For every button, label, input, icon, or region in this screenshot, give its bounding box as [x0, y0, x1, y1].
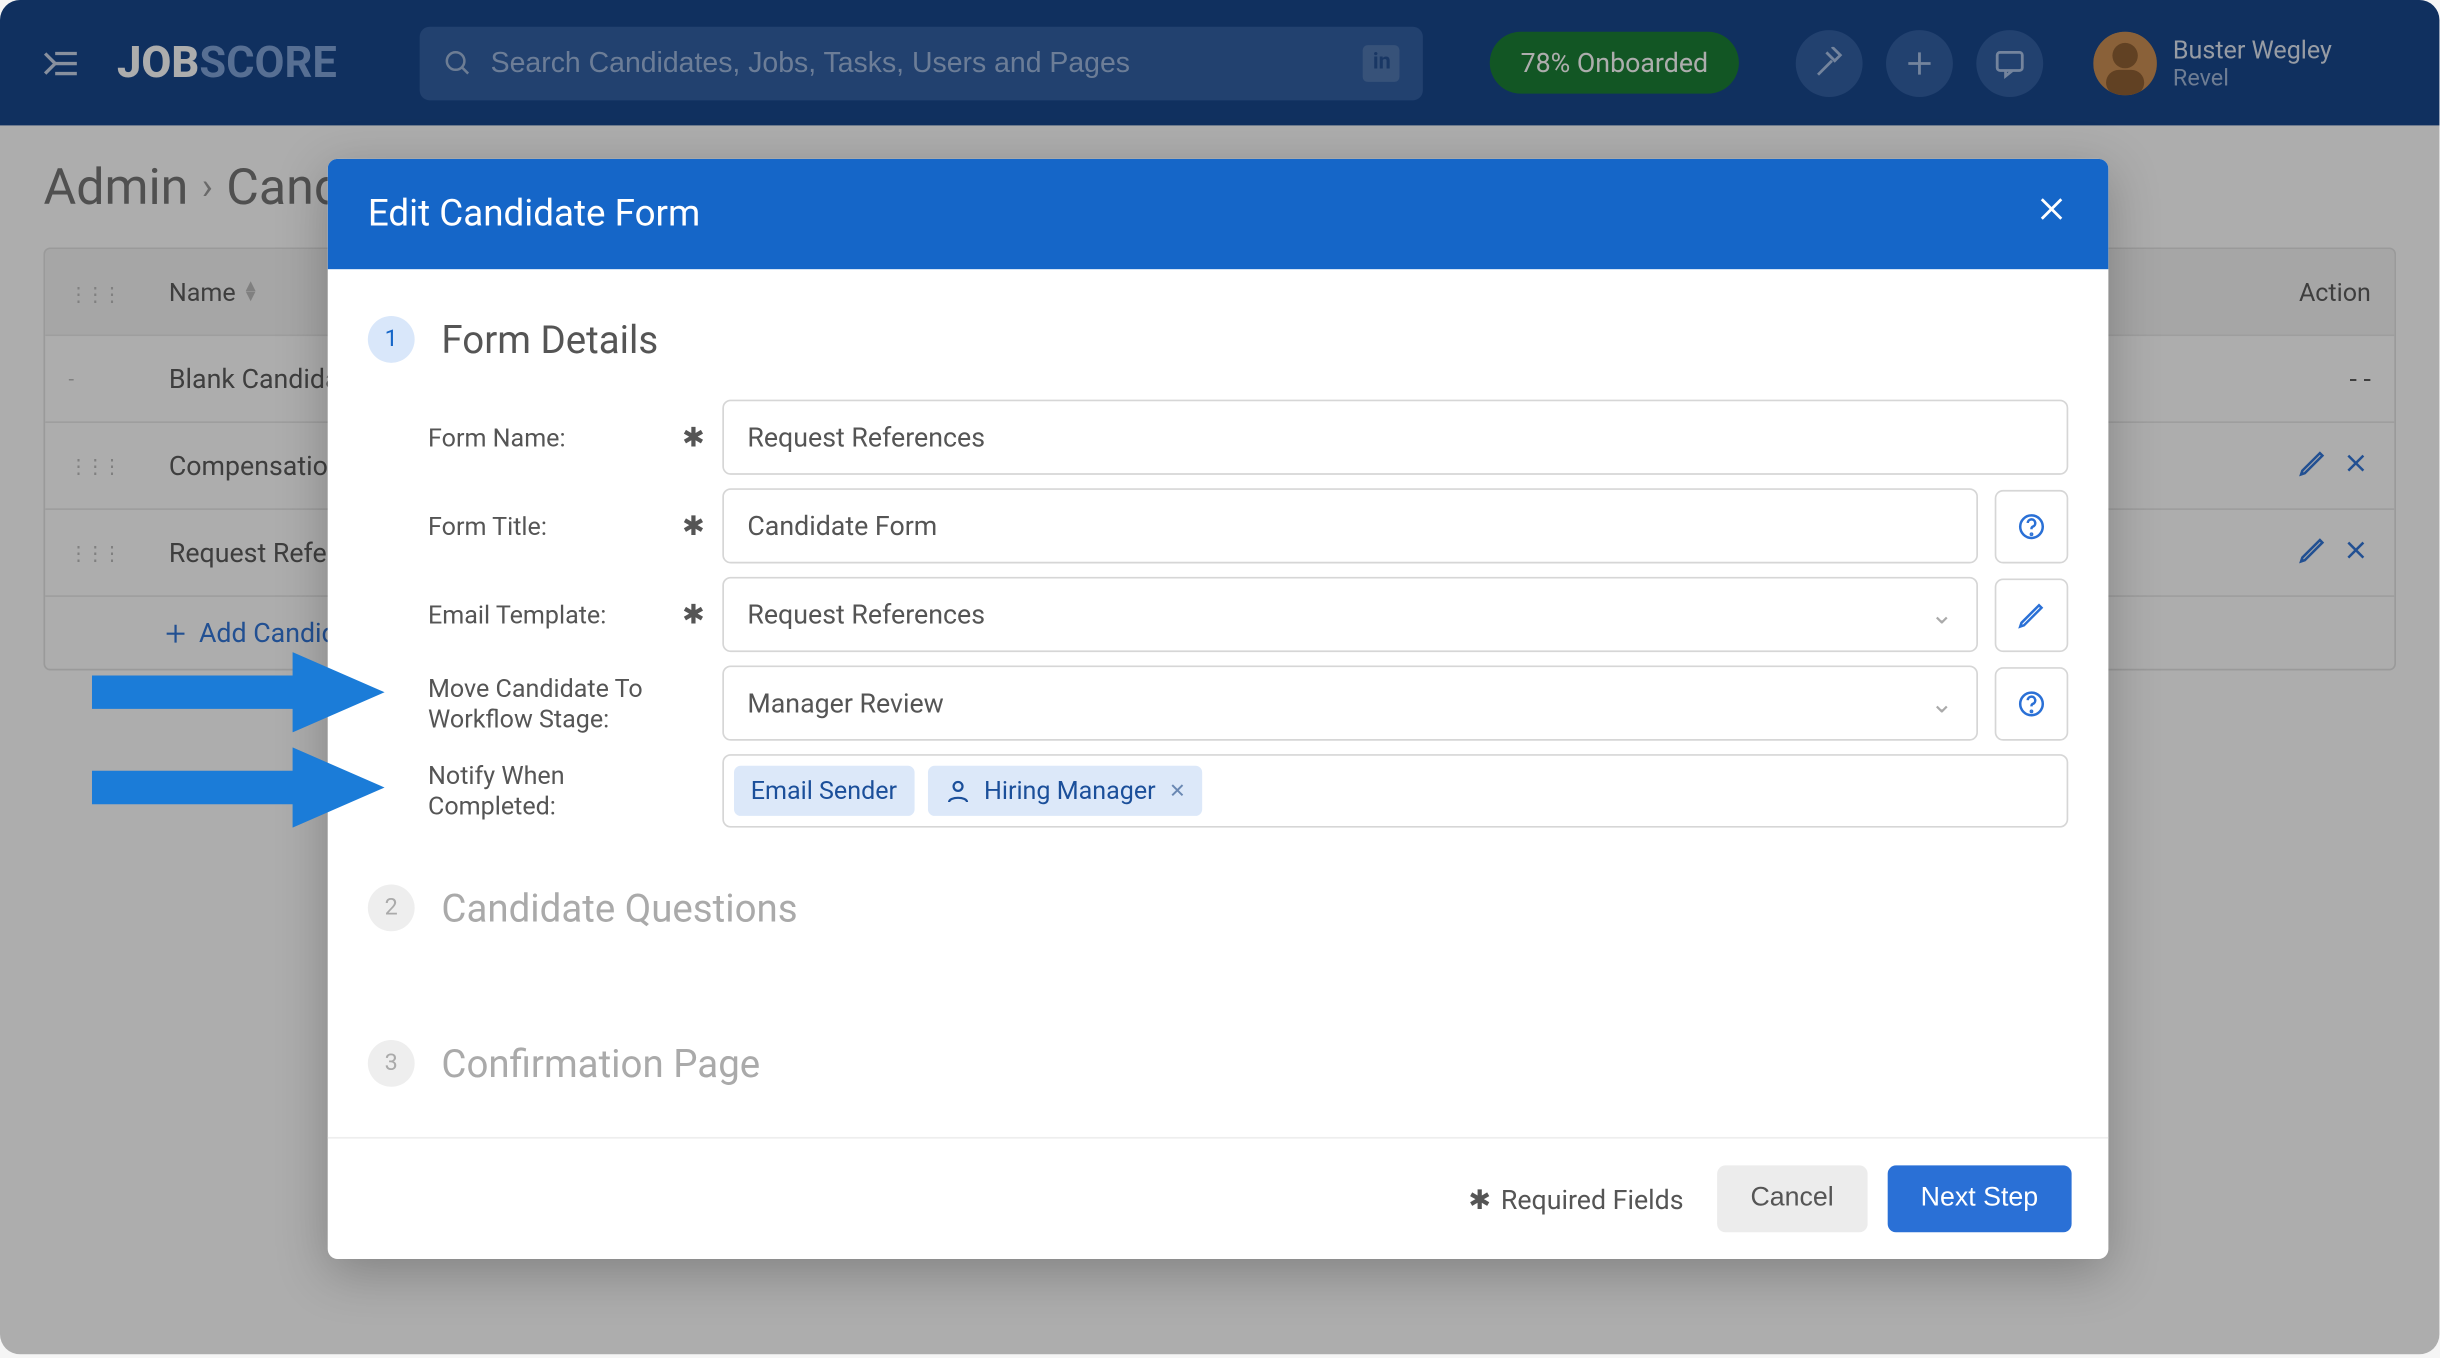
- step-number: 2: [368, 884, 415, 931]
- input-form-title[interactable]: Candidate Form: [722, 488, 1978, 563]
- row-notify: Notify When Completed: Email Sender Hiri…: [428, 754, 2068, 828]
- annotation-arrow: [92, 652, 385, 732]
- step-confirmation-page[interactable]: 3 Confirmation Page: [328, 1023, 2109, 1103]
- required-note: ✱ Required Fields: [1468, 1183, 1683, 1215]
- tag-hiring-manager[interactable]: Hiring Manager ✕: [927, 766, 1202, 816]
- next-step-button[interactable]: Next Step: [1887, 1165, 2071, 1232]
- step-form-details: 1 Form Details: [328, 299, 2109, 379]
- row-form-name: Form Name: ✱ Request References: [428, 400, 2068, 475]
- step-number: 3: [368, 1040, 415, 1087]
- annotation-arrow: [92, 747, 385, 827]
- label-move-stage: Move Candidate To Workflow Stage:: [428, 673, 665, 733]
- help-icon[interactable]: [1995, 666, 2069, 740]
- edit-template-icon[interactable]: [1995, 578, 2069, 652]
- cancel-button[interactable]: Cancel: [1717, 1165, 1867, 1232]
- required-icon: ✱: [682, 421, 705, 453]
- label-email-template: Email Template:: [428, 599, 665, 629]
- step-number: 1: [368, 316, 415, 363]
- chevron-down-icon: ⌄: [1930, 599, 1952, 631]
- modal-footer: ✱ Required Fields Cancel Next Step: [328, 1137, 2109, 1259]
- notify-tags-input[interactable]: Email Sender Hiring Manager ✕: [722, 754, 2068, 828]
- modal-body: 1 Form Details Form Name: ✱ Request Refe…: [328, 269, 2109, 1137]
- required-icon: ✱: [1468, 1183, 1490, 1215]
- modal-header: Edit Candidate Form: [328, 159, 2109, 269]
- input-form-name[interactable]: Request References: [722, 400, 2068, 475]
- label-form-name: Form Name:: [428, 422, 665, 452]
- modal-title: Edit Candidate Form: [368, 193, 700, 235]
- row-email-template: Email Template: ✱ Request References ⌄: [428, 577, 2068, 652]
- step-title: Candidate Questions: [441, 885, 797, 930]
- label-form-title: Form Title:: [428, 511, 665, 541]
- user-icon: [944, 777, 971, 804]
- help-icon[interactable]: [1995, 489, 2069, 563]
- row-form-title: Form Title: ✱ Candidate Form: [428, 488, 2068, 563]
- close-icon[interactable]: [2035, 192, 2068, 235]
- select-move-stage[interactable]: Manager Review ⌄: [722, 665, 1978, 740]
- form-details-body: Form Name: ✱ Request References Form Tit…: [328, 380, 2109, 868]
- row-move-stage: Move Candidate To Workflow Stage: Manage…: [428, 665, 2068, 740]
- step-candidate-questions[interactable]: 2 Candidate Questions: [328, 868, 2109, 948]
- chevron-down-icon: ⌄: [1930, 687, 1952, 719]
- select-email-template[interactable]: Request References ⌄: [722, 577, 1978, 652]
- required-icon: ✱: [682, 599, 705, 631]
- remove-tag-icon[interactable]: ✕: [1169, 779, 1186, 802]
- label-notify: Notify When Completed:: [428, 761, 665, 821]
- edit-candidate-form-modal: Edit Candidate Form 1 Form Details Form …: [328, 159, 2109, 1259]
- required-icon: ✱: [682, 510, 705, 542]
- step-title: Confirmation Page: [441, 1041, 760, 1086]
- tag-email-sender[interactable]: Email Sender: [734, 766, 914, 816]
- step-title: Form Details: [441, 317, 658, 362]
